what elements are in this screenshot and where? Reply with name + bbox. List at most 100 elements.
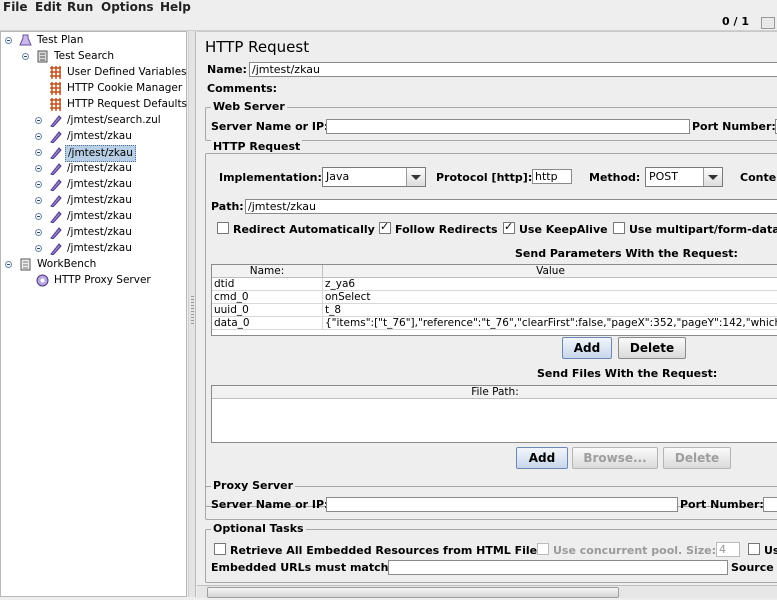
checkbox-box[interactable]: [613, 222, 625, 234]
tree-node-label: /jmtest/zkau: [67, 242, 132, 254]
proxy-port-field[interactable]: [763, 497, 777, 512]
implementation-select[interactable]: Java: [322, 167, 426, 187]
tree-node-label: User Defined Variables: [67, 66, 187, 78]
tree-node-label: Test Plan: [37, 34, 84, 46]
add-parameter-button[interactable]: Add: [562, 337, 612, 359]
add-file-button[interactable]: Add: [516, 447, 568, 469]
sampler-icon: [49, 194, 62, 208]
checkbox-box[interactable]: [217, 222, 229, 234]
panel-title: HTTP Request: [205, 38, 310, 56]
checkbox-box[interactable]: [214, 543, 226, 555]
menu-run[interactable]: Run: [67, 0, 93, 14]
expand-toggle-icon[interactable]: [22, 53, 29, 60]
send-files-heading: Send Files With the Request:: [537, 367, 718, 380]
checkbox-box[interactable]: [379, 220, 391, 234]
protocol-field[interactable]: http: [532, 169, 572, 184]
test-plan-tree[interactable]: Test Plan Test Search User Defined Variabl…: [0, 31, 187, 597]
chevron-down-icon[interactable]: [406, 168, 425, 186]
checkbox-box[interactable]: [748, 543, 760, 555]
path-label: Path:: [211, 200, 244, 213]
expand-toggle-icon[interactable]: [5, 261, 12, 268]
param-name-cell[interactable]: uuid_0: [212, 304, 323, 317]
method-select[interactable]: POST: [645, 167, 723, 187]
md5-checkbox[interactable]: Us: [748, 543, 777, 557]
checkbox-box[interactable]: [537, 543, 549, 555]
param-name-cell[interactable]: cmd_0: [212, 291, 323, 304]
param-value-cell[interactable]: t_8: [323, 304, 777, 317]
tree-node-label: /jmtest/zkau: [67, 130, 132, 142]
tree-node-label: HTTP Request Defaults: [67, 98, 188, 110]
tree-node-label: /jmtest/zkau: [65, 145, 136, 162]
expand-toggle-icon[interactable]: [35, 181, 42, 188]
param-value-cell[interactable]: onSelect: [323, 291, 777, 304]
scrollbar-thumb[interactable]: [207, 587, 619, 598]
expand-toggle-icon[interactable]: [35, 133, 42, 140]
delete-file-button[interactable]: Delete: [663, 447, 731, 469]
use-keepalive-checkbox[interactable]: Use KeepAlive: [503, 220, 608, 236]
concurrent-pool-checkbox[interactable]: Use concurrent pool. Size:: [537, 543, 716, 557]
sampler-icon: [49, 130, 62, 144]
browse-file-button[interactable]: Browse...: [572, 447, 658, 469]
expand-toggle-icon[interactable]: [35, 245, 42, 252]
thread-group-icon: [36, 50, 49, 63]
embedded-urls-field[interactable]: [388, 560, 728, 575]
horizontal-scrollbar[interactable]: [197, 585, 777, 598]
tree-node-label: Test Search: [54, 50, 115, 62]
content-encoding-label: Conte: [740, 171, 777, 184]
optional-tasks-title: Optional Tasks: [211, 522, 306, 535]
send-parameters-heading: Send Parameters With the Request:: [515, 247, 738, 260]
port-number-label: Port Number:: [692, 120, 776, 133]
use-keepalive-label: Use KeepAlive: [519, 223, 608, 236]
parameters-table[interactable]: Name: Value dtid z_ya6 cmd_0 onSelect uuid_0…: [211, 264, 777, 336]
tree-node-label: /jmtest/zkau: [67, 210, 132, 222]
param-name-cell[interactable]: dtid: [212, 278, 323, 291]
tree-node-label: HTTP Proxy Server: [54, 274, 151, 286]
menu-options[interactable]: Options: [101, 0, 154, 14]
checkbox-box[interactable]: [503, 220, 515, 234]
chevron-down-icon[interactable]: [703, 168, 722, 186]
tree-node-label: /jmtest/zkau: [67, 226, 132, 238]
files-table[interactable]: File Path:: [211, 385, 777, 443]
column-header-value[interactable]: Value: [323, 265, 777, 278]
tree-node-label: /jmtest/search.zul: [67, 114, 161, 126]
param-value-cell[interactable]: z_ya6: [323, 278, 777, 291]
delete-parameter-button[interactable]: Delete: [618, 337, 686, 359]
tree-node-label: WorkBench: [37, 258, 97, 270]
menu-file[interactable]: File: [3, 0, 28, 14]
column-header-name[interactable]: Name:: [212, 265, 323, 278]
redirect-automatically-checkbox[interactable]: Redirect Automatically: [217, 222, 375, 236]
source-address-label: Source I: [731, 561, 777, 574]
proxy-server-name-field[interactable]: [326, 497, 678, 512]
column-header-file-path[interactable]: File Path:: [212, 386, 777, 399]
follow-redirects-checkbox[interactable]: Follow Redirects: [379, 220, 498, 236]
retrieve-embedded-label: Retrieve All Embedded Resources from HTM…: [230, 544, 544, 557]
param-value-cell[interactable]: {"items":["t_76"],"reference":"t_76","cl…: [323, 317, 777, 330]
workbench-icon: [19, 258, 32, 271]
menu-help[interactable]: Help: [160, 0, 191, 14]
web-server-title: Web Server: [211, 100, 287, 113]
error-log-icon[interactable]: [761, 17, 775, 29]
proxy-server-name-label: Server Name or IP:: [211, 498, 329, 511]
protocol-label: Protocol [http]:: [436, 171, 533, 184]
retrieve-embedded-checkbox[interactable]: Retrieve All Embedded Resources from HTM…: [214, 543, 544, 557]
name-field[interactable]: /jmtest/zkau: [249, 62, 777, 77]
expand-toggle-icon[interactable]: [35, 117, 42, 124]
server-name-field[interactable]: [326, 119, 690, 134]
config-element-icon: [49, 98, 62, 111]
expand-toggle-icon[interactable]: [35, 213, 42, 220]
expand-toggle-icon[interactable]: [35, 149, 42, 156]
expand-toggle-icon[interactable]: [35, 165, 42, 172]
expand-toggle-icon[interactable]: [35, 229, 42, 236]
use-multipart-checkbox[interactable]: Use multipart/form-data f: [613, 222, 777, 236]
path-field[interactable]: /jmtest/zkau: [245, 199, 777, 214]
param-name-cell[interactable]: data_0: [212, 317, 323, 330]
menu-edit[interactable]: Edit: [35, 0, 62, 14]
proxy-server-title: Proxy Server: [211, 479, 296, 492]
tree-node-label: HTTP Cookie Manager: [67, 82, 183, 94]
expand-toggle-icon[interactable]: [35, 197, 42, 204]
split-pane-divider[interactable]: [188, 31, 196, 597]
expand-toggle-icon[interactable]: [5, 37, 12, 44]
thread-counter: 0 / 1: [722, 15, 749, 28]
pool-size-field[interactable]: 4: [716, 542, 740, 557]
sampler-icon: [49, 146, 62, 160]
